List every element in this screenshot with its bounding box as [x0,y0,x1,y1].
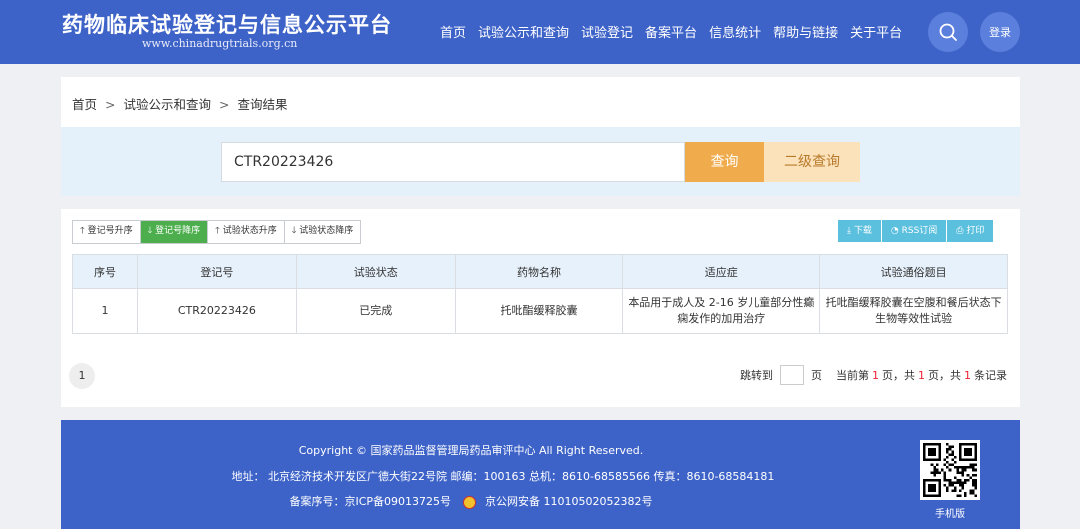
page-number-button[interactable]: 1 [69,363,95,389]
col-header-index: 序号 [72,254,138,289]
col-header-drug-name: 药物名称 [454,254,624,289]
breadcrumb-trial-query[interactable]: 试验公示和查询 [123,97,211,112]
col-header-status: 试验状态 [295,254,456,289]
print-icon: ⎙ [956,226,964,236]
cell-status: 已完成 [295,288,456,334]
total-records-value: 1 [964,368,971,382]
info-mid2: 页，共 [928,369,961,382]
nav-trial-register[interactable]: 试验登记 [581,22,633,41]
rss-icon: ◔ [890,226,899,236]
main-nav: 首页 试验公示和查询 试验登记 备案平台 信息统计 帮助与链接 关于平台 [440,22,914,41]
nav-home[interactable]: 首页 [440,22,466,41]
nav-trial-query[interactable]: 试验公示和查询 [478,22,569,41]
table-row[interactable]: 1 CTR20223426 已完成 托吡酯缓释胶囊 本品用于成人及 2-16 岁… [72,288,1008,334]
cell-title: 托吡酯缓释胶囊在空腹和餐后状态下生物等效性试验 [819,288,1008,334]
nav-filing-platform[interactable]: 备案平台 [645,22,697,41]
nav-about[interactable]: 关于平台 [850,22,902,41]
search-input[interactable]: CTR20223426 [221,142,685,182]
footer-address: 地址： 北京经济技术开发区广德大街22号院 邮编：100163 总机：8610-… [231,470,775,483]
info-mid1: 页，共 [882,369,915,382]
sort-status-desc-button[interactable]: 🡓 试验状态降序 [284,221,361,243]
jump-label: 跳转到 [740,369,773,382]
site-footer: Copyright © 国家药品监督管理局药品审评中心 All Right Re… [61,420,1020,529]
breadcrumb-separator: > [218,97,230,112]
arrow-up-icon: 🡑 [80,226,85,236]
results-table: 序号 登记号 试验状态 药物名称 适应症 试验通俗题目 1 CTR2022342… [72,254,1008,334]
footer-icp[interactable]: 备案序号：京ICP备09013725号 [289,495,451,508]
cell-indication: 本品用于成人及 2-16 岁儿童部分性癫痫发作的加用治疗 [622,288,821,334]
sort-reg-desc-label: 登记号降序 [155,226,201,236]
download-button[interactable]: ⤓ 下载 [838,220,882,242]
sort-status-desc-label: 试验状态降序 [299,226,354,236]
breadcrumb: 首页 > 试验公示和查询 > 查询结果 [72,94,287,113]
nav-statistics[interactable]: 信息统计 [709,22,761,41]
breadcrumb-current: 查询结果 [237,97,288,112]
footer-police[interactable]: 京公网安备 11010502052382号 [485,495,652,508]
breadcrumb-home[interactable]: 首页 [72,97,97,112]
footer-filing: 备案序号：京ICP备09013725号 京公网安备 11010502052382… [61,493,881,509]
print-label: 打印 [966,226,985,236]
current-page-value: 1 [872,368,879,382]
sort-reg-asc-label: 登记号升序 [87,226,133,236]
login-button[interactable]: 登录 [980,12,1020,52]
qr-code-image [920,440,980,500]
breadcrumb-separator: > [105,97,116,112]
arrow-down-icon: 🡓 [147,226,153,236]
table-header-row: 序号 登记号 试验状态 药物名称 适应症 试验通俗题目 [72,254,1008,289]
col-header-reg-no: 登记号 [136,254,297,289]
col-header-indication: 适应症 [622,254,821,289]
download-icon: ⤓ [847,226,851,236]
cell-reg-no[interactable]: CTR20223426 [136,288,297,334]
search-button[interactable] [928,12,968,52]
footer-copyright: Copyright © 国家药品监督管理局药品审评中心 All Right Re… [298,444,644,457]
site-title[interactable]: 药物临床试验登记与信息公示平台 [62,9,392,39]
search-icon [939,23,957,41]
cell-drug-name: 托吡酯缓释胶囊 [454,288,624,334]
jump-page-input[interactable] [780,365,804,385]
sort-status-asc-button[interactable]: 🡑 试验状态升序 [208,221,285,243]
page-unit-label: 页 [811,369,822,382]
col-header-title: 试验通俗题目 [819,254,1008,289]
arrow-down-icon: 🡓 [291,226,297,236]
arrow-up-icon: 🡑 [215,226,220,236]
rss-button[interactable]: ◔ RSS订阅 [881,220,948,242]
sort-reg-asc-button[interactable]: 🡑 登记号升序 [73,221,141,243]
cell-index: 1 [72,288,138,334]
rss-label: RSS订阅 [901,226,938,236]
nav-help-links[interactable]: 帮助与链接 [773,22,838,41]
tool-button-group: ⤓ 下载 ◔ RSS订阅 ⎙ 打印 [838,220,994,242]
police-badge-icon [462,495,476,509]
search-band: CTR20223426 查询 二级查询 [61,127,1020,196]
sort-button-group: 🡑 登记号升序 🡓 登记号降序 🡑 试验状态升序 🡓 试验状态降序 [72,220,362,244]
breadcrumb-panel: 首页 > 试验公示和查询 > 查询结果 [61,77,1020,127]
results-panel: 🡑 登记号升序 🡓 登记号降序 🡑 试验状态升序 🡓 试验状态降序 ⤓ 下载 ◔… [61,209,1020,407]
download-label: 下载 [853,226,872,236]
print-button[interactable]: ⎙ 打印 [947,220,994,242]
pager-info: 跳转到 页 当前第 1 页，共 1 页，共 1 条记录 [740,365,1007,385]
info-suffix: 条记录 [974,369,1007,382]
info-prefix: 当前第 [836,369,869,382]
mobile-version-label[interactable]: 手机版 [919,505,981,520]
sort-status-asc-label: 试验状态升序 [222,226,277,236]
total-pages-value: 1 [918,368,925,382]
query-button[interactable]: 查询 [685,142,764,182]
second-level-query-button[interactable]: 二级查询 [764,142,860,182]
site-url: www.chinadrugtrials.org.cn [142,37,298,50]
sort-reg-desc-button[interactable]: 🡓 登记号降序 [140,221,209,243]
site-header: 药物临床试验登记与信息公示平台 www.chinadrugtrials.org.… [0,0,1080,64]
